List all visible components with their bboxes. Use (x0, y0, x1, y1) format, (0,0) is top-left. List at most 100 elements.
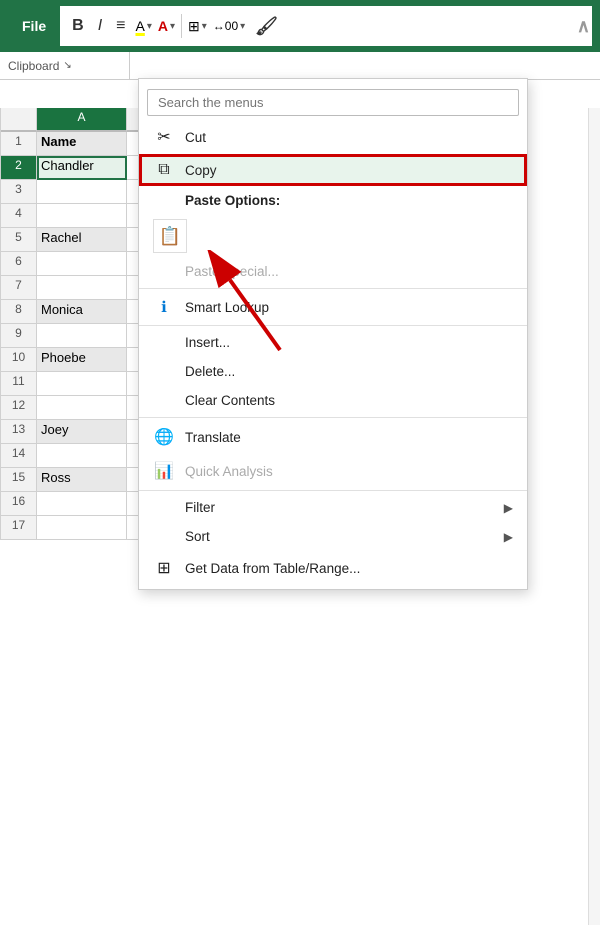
quick-analysis-icon: 📊 (153, 461, 175, 481)
cell-a10[interactable]: Phoebe (37, 348, 127, 372)
cell-a1[interactable]: Name (37, 132, 127, 156)
quick-analysis-menu-item[interactable]: 📊 Quick Analysis (139, 454, 527, 488)
font-color-icon: A (158, 18, 168, 34)
delete-menu-item[interactable]: Delete... (139, 357, 527, 386)
paste-special-menu-item[interactable]: Paste Special... (139, 257, 527, 286)
sort-label: Sort (185, 529, 494, 544)
cell-a7[interactable] (37, 276, 127, 300)
paste-options-header: Paste Options: (139, 186, 527, 215)
formula-content (60, 64, 600, 68)
paste-icon-clipboard[interactable]: 📋 (153, 219, 187, 253)
file-button[interactable]: File (8, 12, 60, 40)
ribbon: File B I ≡ A ▾ A ▾ ⊞ ▾ ↔00 ▾ 🖌 ∧ (0, 0, 600, 52)
get-data-label: Get Data from Table/Range... (185, 561, 513, 576)
row-num-2[interactable]: 2 (1, 156, 37, 180)
filter-menu-item[interactable]: Filter ▶ (139, 493, 527, 522)
row-num-11[interactable]: 11 (1, 372, 37, 396)
borders-caret[interactable]: ▾ (202, 21, 207, 32)
get-data-icon: ⊞ (153, 558, 175, 578)
row-num-5[interactable]: 5 (1, 228, 37, 252)
vertical-scrollbar[interactable] (588, 108, 600, 925)
grid-corner[interactable] (1, 108, 37, 132)
cell-a4[interactable] (37, 204, 127, 228)
cell-a14[interactable] (37, 444, 127, 468)
row-num-16[interactable]: 16 (1, 492, 37, 516)
cell-a2[interactable]: Chandler (37, 156, 127, 180)
translate-menu-item[interactable]: 🌐 Translate (139, 420, 527, 454)
row-num-10[interactable]: 10 (1, 348, 37, 372)
quick-analysis-label: Quick Analysis (185, 464, 513, 479)
clipboard-text: Clipboard (8, 59, 59, 73)
filter-label: Filter (185, 500, 494, 515)
copy-menu-item-wrapper: ⧉ Copy (139, 154, 527, 186)
row-num-8[interactable]: 8 (1, 300, 37, 324)
row-num-15[interactable]: 15 (1, 468, 37, 492)
highlight-group[interactable]: A ▾ (135, 18, 151, 34)
collapse-icon[interactable]: ∧ (577, 16, 590, 37)
row-num-1[interactable]: 1 (1, 132, 37, 156)
smart-lookup-menu-item[interactable]: ℹ Smart Lookup (139, 291, 527, 323)
cell-a9[interactable] (37, 324, 127, 348)
filter-submenu-arrow: ▶ (504, 501, 513, 515)
row-num-12[interactable]: 12 (1, 396, 37, 420)
search-input[interactable] (147, 89, 519, 116)
translate-label: Translate (185, 430, 513, 445)
divider-4 (139, 490, 527, 491)
row-num-3[interactable]: 3 (1, 180, 37, 204)
smart-lookup-icon: ℹ (153, 298, 175, 316)
clear-contents-menu-item[interactable]: Clear Contents (139, 386, 527, 415)
ribbon-toolbar: B I ≡ A ▾ A ▾ ⊞ ▾ ↔00 ▾ 🖌 ∧ (60, 6, 592, 46)
cell-a8[interactable]: Monica (37, 300, 127, 324)
copy-icon: ⧉ (153, 161, 175, 179)
clear-contents-label: Clear Contents (185, 393, 513, 408)
ribbon-separator (181, 14, 182, 38)
borders-group[interactable]: ⊞ ▾ (188, 18, 207, 35)
clipboard-expand-icon[interactable]: ↘ (63, 60, 71, 71)
insert-menu-item[interactable]: Insert... (139, 328, 527, 357)
paste-options-label: Paste Options: (185, 193, 513, 208)
cell-a12[interactable] (37, 396, 127, 420)
cell-a5[interactable]: Rachel (37, 228, 127, 252)
row-num-6[interactable]: 6 (1, 252, 37, 276)
paste-special-label: Paste Special... (185, 264, 513, 279)
divider-2 (139, 325, 527, 326)
sort-submenu-arrow: ▶ (504, 530, 513, 544)
cell-a3[interactable] (37, 180, 127, 204)
format-painter-icon[interactable]: 🖌 (251, 14, 282, 39)
divider-3 (139, 417, 527, 418)
italic-icon[interactable]: I (94, 15, 106, 37)
number-format-icon: ↔00 (213, 19, 238, 33)
number-format-caret[interactable]: ▾ (240, 21, 245, 32)
cell-a17[interactable] (37, 516, 127, 540)
cell-a6[interactable] (37, 252, 127, 276)
borders-icon: ⊞ (188, 18, 200, 35)
row-num-17[interactable]: 17 (1, 516, 37, 540)
copy-menu-item[interactable]: ⧉ Copy (139, 154, 527, 186)
cut-menu-item[interactable]: ✂ Cut (139, 120, 527, 154)
row-num-9[interactable]: 9 (1, 324, 37, 348)
cell-a16[interactable] (37, 492, 127, 516)
cut-label: Cut (185, 130, 513, 145)
font-color-group[interactable]: A ▾ (158, 18, 175, 34)
cut-icon: ✂ (153, 127, 175, 147)
cell-a11[interactable] (37, 372, 127, 396)
highlight-caret[interactable]: ▾ (147, 21, 152, 32)
sort-menu-item[interactable]: Sort ▶ (139, 522, 527, 551)
context-menu: ✂ Cut ⧉ Copy Paste Options: 📋 Paste Spec… (138, 78, 528, 590)
cell-a15[interactable]: Ross (37, 468, 127, 492)
cell-a13[interactable]: Joey (37, 420, 127, 444)
row-num-7[interactable]: 7 (1, 276, 37, 300)
divider-1 (139, 288, 527, 289)
align-icon[interactable]: ≡ (112, 15, 129, 37)
col-header-A[interactable]: A (37, 108, 127, 132)
row-num-14[interactable]: 14 (1, 444, 37, 468)
font-color-caret[interactable]: ▾ (170, 21, 175, 32)
smart-lookup-label: Smart Lookup (185, 300, 513, 315)
get-data-menu-item[interactable]: ⊞ Get Data from Table/Range... (139, 551, 527, 585)
row-num-4[interactable]: 4 (1, 204, 37, 228)
number-format-group[interactable]: ↔00 ▾ (213, 19, 245, 33)
copy-label: Copy (185, 163, 513, 178)
bold-icon[interactable]: B (68, 15, 88, 37)
row-num-13[interactable]: 13 (1, 420, 37, 444)
clipboard-section-label: Clipboard ↘ (0, 52, 130, 80)
